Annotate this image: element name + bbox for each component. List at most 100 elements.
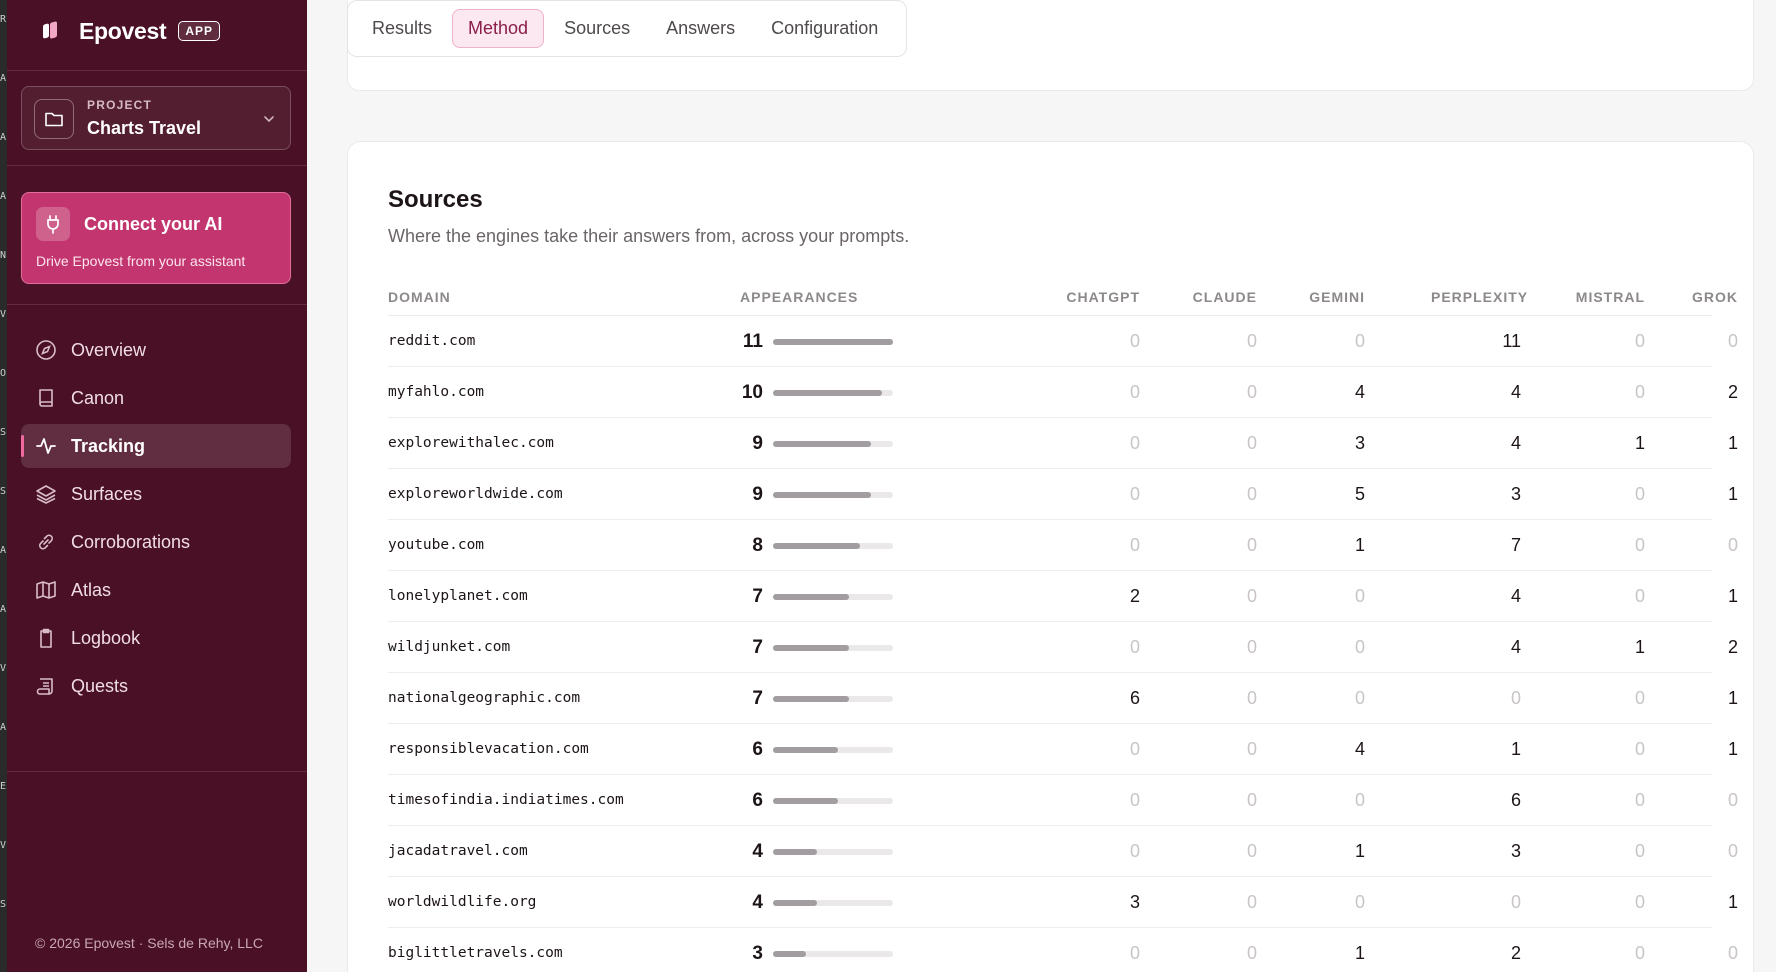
table-row[interactable]: responsiblevacation.com 6 0 0 4 1 0 1 bbox=[388, 724, 1738, 775]
domain-cell[interactable]: worldwildlife.org bbox=[388, 877, 536, 928]
mistral-count: 0 bbox=[1634, 688, 1645, 708]
mistral-count: 0 bbox=[1634, 739, 1645, 759]
compass-icon bbox=[35, 339, 57, 361]
domain-cell[interactable]: myfahlo.com bbox=[388, 367, 484, 418]
table-row[interactable]: timesofindia.indiatimes.com 6 0 0 0 6 0 0 bbox=[388, 775, 1738, 826]
grok-count: 1 bbox=[1727, 586, 1738, 606]
appearances-bar bbox=[773, 696, 893, 702]
table-row[interactable]: biglittletravels.com 3 0 0 1 2 0 0 bbox=[388, 928, 1738, 972]
footer-copyright: © 2026 Epovest · Sels de Rehy, LLC bbox=[35, 935, 263, 951]
perplexity-count: 4 bbox=[1510, 433, 1521, 453]
appearances-bar bbox=[773, 441, 893, 447]
sidebar-divider bbox=[7, 70, 307, 71]
sidebar-item-quests[interactable]: Quests bbox=[21, 664, 291, 708]
mistral-count: 0 bbox=[1634, 484, 1645, 504]
perplexity-count: 7 bbox=[1510, 535, 1521, 555]
appearances-count: 4 bbox=[752, 841, 763, 862]
plug-icon bbox=[36, 207, 70, 241]
domain-cell[interactable]: explorewithalec.com bbox=[388, 418, 554, 469]
claude-count: 0 bbox=[1246, 841, 1257, 861]
column-header-appearances[interactable]: APPEARANCES bbox=[740, 278, 858, 316]
sidebar-item-tracking[interactable]: Tracking bbox=[21, 424, 291, 468]
mistral-count: 0 bbox=[1634, 943, 1645, 963]
table-row[interactable]: explorewithalec.com 9 0 0 3 4 1 1 bbox=[388, 418, 1738, 469]
grok-count: 0 bbox=[1727, 790, 1738, 810]
connect-ai-card[interactable]: Connect your AI Drive Epovest from your … bbox=[21, 192, 291, 284]
appearances-bar bbox=[773, 849, 893, 855]
domain-cell[interactable]: exploreworldwide.com bbox=[388, 469, 563, 520]
gemini-count: 5 bbox=[1354, 484, 1365, 504]
tab-configuration[interactable]: Configuration bbox=[755, 9, 894, 48]
perplexity-count: 3 bbox=[1510, 841, 1521, 861]
grok-count: 1 bbox=[1727, 433, 1738, 453]
claude-count: 0 bbox=[1246, 688, 1257, 708]
sidebar-item-corroborations[interactable]: Corroborations bbox=[21, 520, 291, 564]
column-header-domain[interactable]: DOMAIN bbox=[388, 278, 451, 316]
domain-cell[interactable]: responsiblevacation.com bbox=[388, 724, 589, 775]
column-header-claude[interactable]: CLAUDE bbox=[1167, 278, 1257, 316]
tab-answers[interactable]: Answers bbox=[650, 9, 751, 48]
table-row[interactable]: myfahlo.com 10 0 0 4 4 0 2 bbox=[388, 367, 1738, 418]
grok-count: 0 bbox=[1727, 841, 1738, 861]
sidebar-item-surfaces[interactable]: Surfaces bbox=[21, 472, 291, 516]
edge-strip-letter: V bbox=[0, 663, 7, 674]
edge-strip-letter: N bbox=[0, 250, 7, 261]
sidebar-item-atlas[interactable]: Atlas bbox=[21, 568, 291, 612]
table-row[interactable]: youtube.com 8 0 0 1 7 0 0 bbox=[388, 520, 1738, 571]
appearances-count: 6 bbox=[752, 790, 763, 811]
domain-cell[interactable]: jacadatravel.com bbox=[388, 826, 528, 877]
perplexity-count: 11 bbox=[1502, 331, 1521, 351]
edge-strip-letter: S bbox=[0, 486, 7, 497]
table-row[interactable]: exploreworldwide.com 9 0 0 5 3 0 1 bbox=[388, 469, 1738, 520]
domain-cell[interactable]: lonelyplanet.com bbox=[388, 571, 528, 622]
brand[interactable]: Epovest APP bbox=[39, 16, 221, 46]
gemini-count: 3 bbox=[1354, 433, 1365, 453]
tab-sources[interactable]: Sources bbox=[548, 9, 646, 48]
column-header-chatgpt[interactable]: CHATGPT bbox=[1050, 278, 1140, 316]
grok-count: 0 bbox=[1727, 535, 1738, 555]
mistral-count: 0 bbox=[1634, 790, 1645, 810]
table-row[interactable]: lonelyplanet.com 7 2 0 0 4 0 1 bbox=[388, 571, 1738, 622]
domain-cell[interactable]: reddit.com bbox=[388, 316, 475, 367]
appearances-count: 8 bbox=[752, 535, 763, 556]
sidebar-item-canon[interactable]: Canon bbox=[21, 376, 291, 420]
connect-ai-title: Connect your AI bbox=[84, 214, 223, 234]
tab-results[interactable]: Results bbox=[356, 9, 448, 48]
column-header-gemini[interactable]: GEMINI bbox=[1275, 278, 1365, 316]
gemini-count: 0 bbox=[1354, 331, 1365, 351]
table-row[interactable]: jacadatravel.com 4 0 0 1 3 0 0 bbox=[388, 826, 1738, 877]
table-row[interactable]: wildjunket.com 7 0 0 0 4 1 2 bbox=[388, 622, 1738, 673]
domain-cell[interactable]: wildjunket.com bbox=[388, 622, 510, 673]
edge-strip-letter: V bbox=[0, 840, 7, 851]
table-row[interactable]: worldwildlife.org 4 3 0 0 0 0 1 bbox=[388, 877, 1738, 928]
appearances-bar bbox=[773, 390, 893, 396]
sidebar-item-logbook[interactable]: Logbook bbox=[21, 616, 291, 660]
appearances-bar-fill bbox=[773, 594, 850, 600]
domain-cell[interactable]: biglittletravels.com bbox=[388, 928, 563, 972]
edge-strip-letter: A bbox=[0, 191, 7, 202]
chatgpt-count: 3 bbox=[1129, 892, 1140, 912]
appearances-bar bbox=[773, 339, 893, 345]
column-header-grok[interactable]: GROK bbox=[1648, 278, 1738, 316]
edge-strip-letter: A bbox=[0, 722, 7, 733]
chatgpt-count: 2 bbox=[1129, 586, 1140, 606]
appearances-count: 4 bbox=[752, 892, 763, 913]
column-header-perplexity[interactable]: PERPLEXITY bbox=[1431, 278, 1527, 316]
appearances-bar-fill bbox=[773, 441, 872, 447]
app-badge: APP bbox=[178, 21, 221, 41]
table-row[interactable]: nationalgeographic.com 7 6 0 0 0 0 1 bbox=[388, 673, 1738, 724]
brand-name: Epovest bbox=[79, 17, 167, 44]
column-header-mistral[interactable]: MISTRAL bbox=[1555, 278, 1645, 316]
mistral-count: 0 bbox=[1634, 841, 1645, 861]
domain-cell[interactable]: nationalgeographic.com bbox=[388, 673, 580, 724]
perplexity-count: 6 bbox=[1510, 790, 1521, 810]
appearances-bar-fill bbox=[773, 543, 861, 549]
table-row[interactable]: reddit.com 11 0 0 0 11 0 0 bbox=[388, 316, 1738, 367]
sidebar-item-overview[interactable]: Overview bbox=[21, 328, 291, 372]
domain-cell[interactable]: timesofindia.indiatimes.com bbox=[388, 775, 624, 826]
tab-method[interactable]: Method bbox=[452, 9, 545, 48]
clipboard-icon bbox=[35, 627, 57, 649]
appearances-count: 7 bbox=[752, 637, 763, 658]
domain-cell[interactable]: youtube.com bbox=[388, 520, 484, 571]
project-switcher[interactable]: PROJECT Charts Travel bbox=[21, 86, 291, 150]
